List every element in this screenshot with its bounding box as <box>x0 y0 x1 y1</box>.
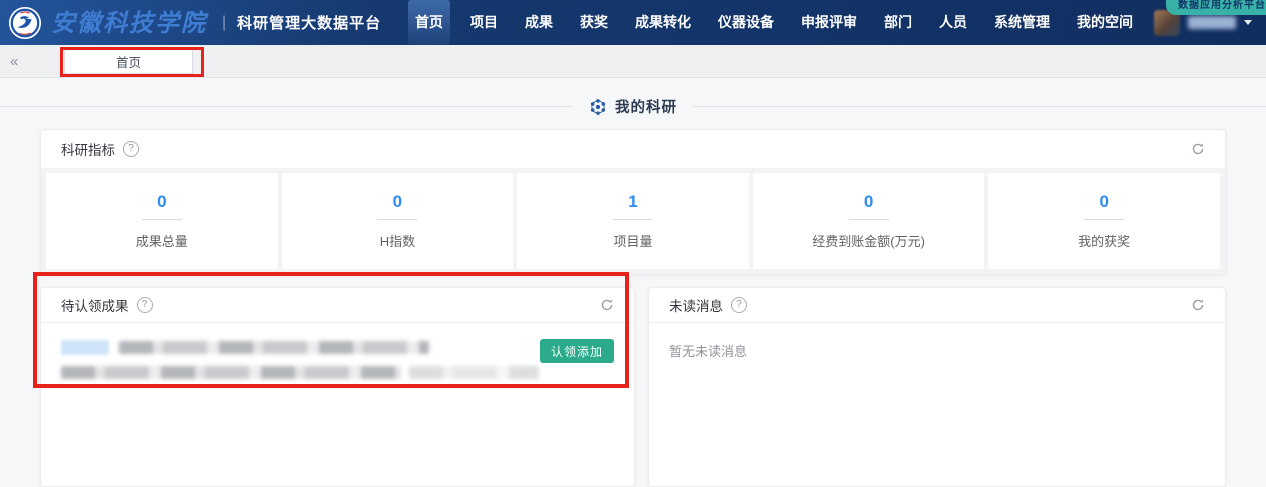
stats-row: 0 成果总量 0 H指数 1 项目量 0 经费到账金额(万元) 0 <box>41 168 1225 274</box>
stat-label: 经费到账金额(万元) <box>812 231 925 250</box>
bottom-cards-row: 待认领成果 ? 认领添加 <box>40 287 1226 487</box>
refresh-icon[interactable] <box>1191 298 1205 312</box>
stat-divider <box>142 219 182 220</box>
nav-item-achievements[interactable]: 成果 <box>518 0 560 45</box>
platform-title: 科研管理大数据平台 <box>237 12 381 33</box>
stat-value: 0 <box>393 192 402 212</box>
stat-label: H指数 <box>380 231 415 250</box>
unread-messages-card: 未读消息 ? 暂无未读消息 <box>648 287 1226 487</box>
stat-divider <box>613 219 653 220</box>
indicators-card-header: 科研指标 ? <box>41 130 1225 168</box>
nav-item-projects[interactable]: 项目 <box>463 0 505 45</box>
nav-item-departments[interactable]: 部门 <box>877 0 919 45</box>
section-header-row: 我的科研 <box>0 78 1266 117</box>
stat-value: 0 <box>157 192 166 212</box>
chevron-down-icon <box>1244 20 1252 25</box>
indicators-card-title: 科研指标 <box>61 139 115 159</box>
nav-item-transformation[interactable]: 成果转化 <box>628 0 698 45</box>
divider-line <box>693 106 1266 107</box>
stat-h-index[interactable]: 0 H指数 <box>282 173 514 269</box>
page-title: 我的科研 <box>615 96 677 117</box>
data-analysis-platform-link[interactable]: 数据应用分析平台 <box>1166 0 1266 15</box>
help-icon[interactable]: ? <box>123 141 139 157</box>
brand-divider: | <box>222 14 226 32</box>
messages-empty-state: 暂无未读消息 <box>649 323 1225 378</box>
pending-card-header: 待认领成果 ? <box>41 288 634 323</box>
nav-item-instruments[interactable]: 仪器设备 <box>711 0 781 45</box>
stat-value: 1 <box>628 192 637 212</box>
stat-project-count[interactable]: 1 项目量 <box>517 173 749 269</box>
messages-card-header: 未读消息 ? <box>649 288 1225 323</box>
tab-bar: « 首页 <box>0 45 1266 78</box>
research-atom-icon <box>589 98 607 116</box>
stat-my-awards[interactable]: 0 我的获奖 <box>988 173 1220 269</box>
claim-add-button[interactable]: 认领添加 <box>540 339 614 363</box>
refresh-icon[interactable] <box>1191 142 1205 156</box>
pending-item-redacted <box>61 339 614 382</box>
collapse-sidebar-icon[interactable]: « <box>10 45 18 77</box>
stat-value: 0 <box>864 192 873 212</box>
redacted-meta <box>409 366 539 379</box>
redacted-authors <box>61 366 401 379</box>
university-name: 安徽科技学院 <box>51 11 207 35</box>
stat-label: 我的获奖 <box>1078 231 1130 250</box>
main-nav: 首页 项目 成果 获奖 成果转化 仪器设备 申报评审 部门 人员 系统管理 我的… <box>408 0 1140 45</box>
research-indicators-card: 科研指标 ? 0 成果总量 0 H指数 1 <box>40 129 1226 275</box>
stat-divider <box>849 219 889 220</box>
stat-divider <box>1084 219 1124 220</box>
redacted-detail-row <box>61 364 614 382</box>
nav-item-my-space[interactable]: 我的空间 <box>1070 0 1140 45</box>
username-redacted <box>1188 16 1236 29</box>
redacted-title <box>119 341 429 354</box>
stat-label: 项目量 <box>613 231 652 250</box>
divider-line <box>0 106 573 107</box>
pending-card-title: 待认领成果 <box>61 295 129 315</box>
pending-achievements-card: 待认领成果 ? 认领添加 <box>40 287 635 487</box>
nav-item-awards[interactable]: 获奖 <box>573 0 615 45</box>
app-header: 安徽科技学院 | 科研管理大数据平台 首页 项目 成果 获奖 成果转化 仪器设备… <box>0 0 1266 45</box>
nav-item-home[interactable]: 首页 <box>408 0 450 45</box>
tab-home[interactable]: 首页 <box>64 48 193 74</box>
nav-item-application-review[interactable]: 申报评审 <box>794 0 864 45</box>
refresh-icon[interactable] <box>600 298 614 312</box>
help-icon[interactable]: ? <box>731 297 747 313</box>
brand: 安徽科技学院 | 科研管理大数据平台 <box>8 6 381 40</box>
stat-total-achievements[interactable]: 0 成果总量 <box>46 173 278 269</box>
stat-funding-received[interactable]: 0 经费到账金额(万元) <box>753 173 985 269</box>
section-title-group: 我的科研 <box>589 96 677 117</box>
help-icon[interactable]: ? <box>137 297 153 313</box>
nav-item-personnel[interactable]: 人员 <box>932 0 974 45</box>
messages-card-title: 未读消息 <box>669 295 723 315</box>
stat-label: 成果总量 <box>136 231 188 250</box>
university-logo-icon <box>8 6 42 40</box>
stat-value: 0 <box>1099 192 1108 212</box>
nav-item-system-management[interactable]: 系统管理 <box>987 0 1057 45</box>
main-content: 我的科研 科研指标 ? 0 成果总量 0 H指数 <box>0 78 1266 475</box>
redacted-tag <box>61 340 109 355</box>
pending-list: 认领添加 <box>41 323 634 398</box>
stat-divider <box>377 219 417 220</box>
